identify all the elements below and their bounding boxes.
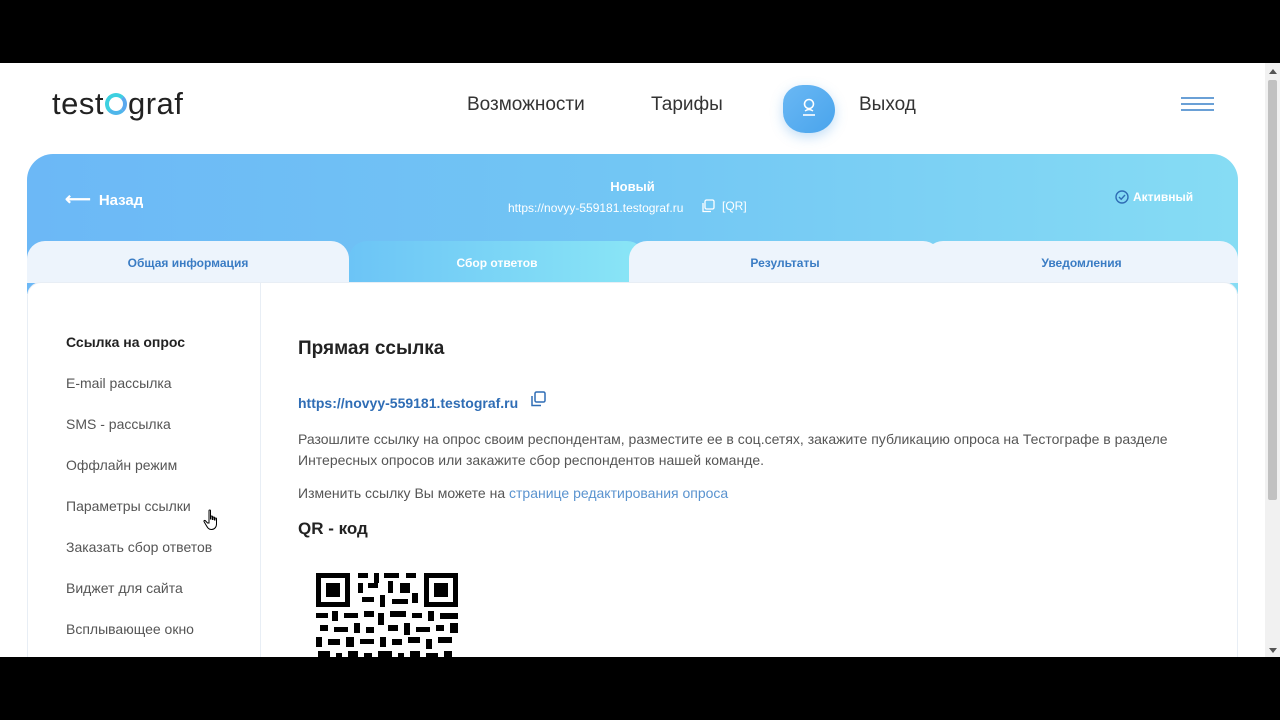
back-label: Назад — [98, 192, 144, 209]
scroll-thumb[interactable] — [1268, 80, 1277, 500]
copy-icon[interactable] — [701, 199, 715, 213]
logout-link[interactable]: Выход — [859, 94, 916, 116]
edit-prefix: Изменить ссылку Вы можете на — [298, 485, 510, 501]
sidebar-item-widget[interactable]: Виджет для сайта — [66, 580, 183, 596]
sidebar-menu: Ссылка на опрос E-mail рассылка SMS - ра… — [28, 283, 261, 657]
page-title: Прямая ссылка — [298, 338, 445, 359]
browser-viewport: test graf Возможности Тарифы Выход ⟵ Назад… — [0, 63, 1280, 657]
scroll-up-icon[interactable] — [1269, 69, 1277, 74]
site-header: test graf Возможности Тарифы Выход — [0, 63, 1265, 153]
nav-features[interactable]: Возможности — [467, 94, 585, 116]
copy-link-icon[interactable] — [530, 391, 546, 407]
sidebar-item-sms[interactable]: SMS - рассылка — [66, 416, 171, 432]
content-card: Ссылка на опрос E-mail рассылка SMS - ра… — [27, 282, 1238, 657]
survey-name: Новый — [610, 179, 655, 194]
scroll-down-icon[interactable] — [1269, 648, 1277, 653]
nav-pricing[interactable]: Тарифы — [651, 94, 723, 116]
hand-cursor-icon — [203, 509, 217, 531]
sidebar-item-link-params[interactable]: Параметры ссылки — [66, 498, 191, 514]
logo-o-icon — [104, 93, 127, 115]
qr-code-image — [316, 573, 458, 657]
logo-prefix: test — [52, 86, 104, 121]
hamburger-menu-icon[interactable] — [1181, 97, 1214, 111]
check-circle-icon — [1115, 190, 1129, 204]
tab-collect-answers[interactable]: Сбор ответов — [349, 241, 645, 283]
tab-results[interactable]: Результаты — [629, 241, 941, 283]
sidebar-item-order-responses[interactable]: Заказать сбор ответов — [66, 539, 212, 555]
survey-url[interactable]: https://novyy-559181.testograf.ru — [508, 201, 683, 215]
status-label: Активный — [1133, 190, 1194, 204]
status-badge: Активный — [1115, 190, 1193, 204]
tab-general-info[interactable]: Общая информация — [27, 241, 349, 283]
sidebar-item-survey-link[interactable]: Ссылка на опрос — [66, 334, 185, 350]
sidebar-item-popup[interactable]: Всплывающее окно — [66, 621, 194, 637]
edit-page-link[interactable]: странице редактирования опроса — [509, 485, 728, 501]
qr-section-title: QR - код — [298, 519, 368, 538]
testograf-logo[interactable]: test graf — [52, 86, 183, 122]
sidebar-item-offline[interactable]: Оффлайн режим — [66, 457, 177, 473]
sidebar-item-email[interactable]: E-mail рассылка — [66, 375, 172, 391]
vertical-scrollbar[interactable] — [1265, 63, 1280, 657]
direct-link[interactable]: https://novyy-559181.testograf.ru — [298, 395, 518, 411]
edit-link-text: Изменить ссылку Вы можете на странице ре… — [298, 485, 728, 501]
user-avatar[interactable] — [783, 85, 835, 133]
description-text: Разошлите ссылку на опрос своим респонде… — [298, 431, 1168, 468]
logo-suffix: graf — [127, 86, 184, 121]
tab-notifications[interactable]: Уведомления — [925, 241, 1238, 283]
user-icon — [803, 98, 815, 116]
qr-link[interactable]: [QR] — [722, 199, 747, 213]
